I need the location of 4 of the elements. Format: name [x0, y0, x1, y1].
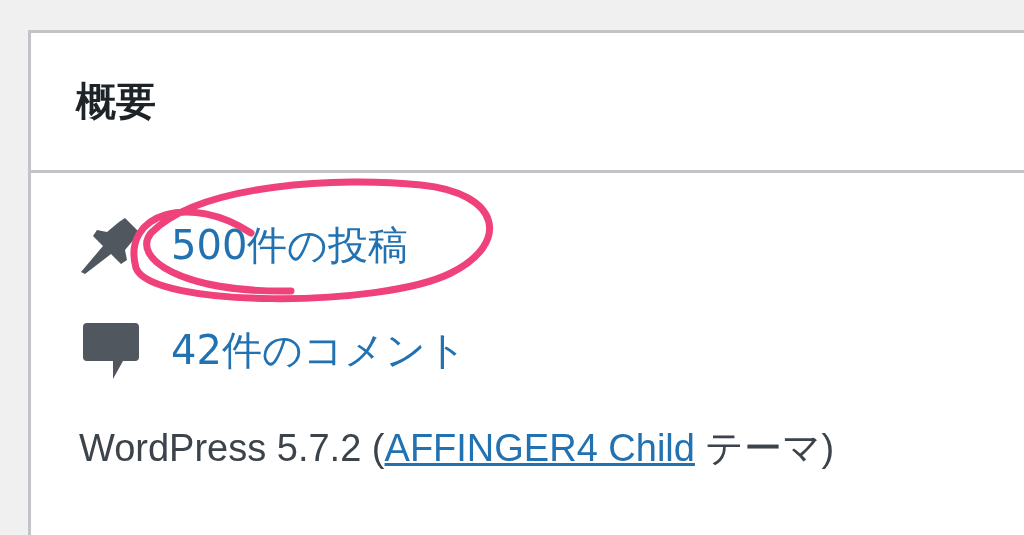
version-text: WordPress 5.7.2 (AFFINGER4 Child テーマ)	[79, 426, 836, 471]
item-link[interactable]: 500件の投稿	[171, 218, 409, 273]
widget-title: 概要	[76, 77, 156, 126]
item-link[interactable]: 42件のコメント	[171, 323, 467, 378]
